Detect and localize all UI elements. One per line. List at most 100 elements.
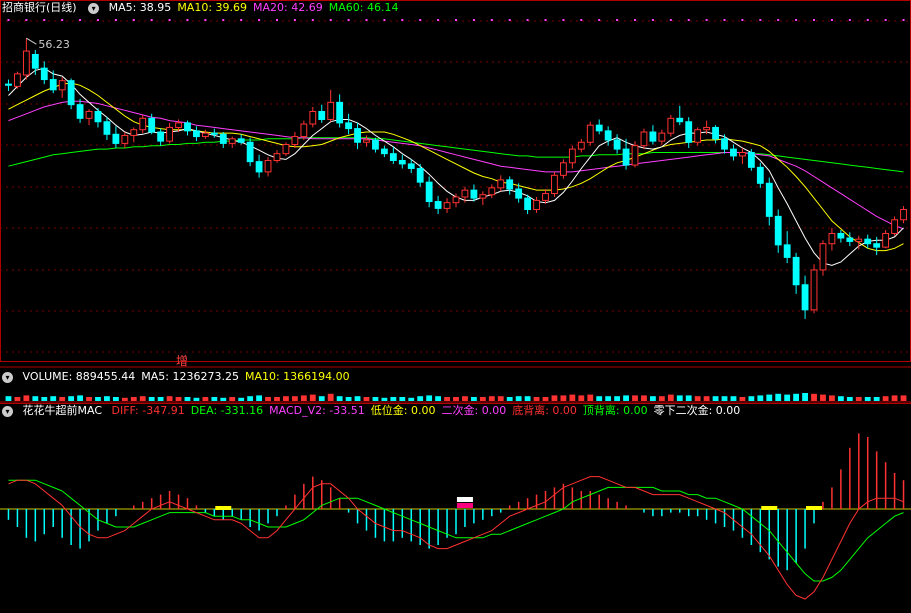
candle-body [85, 110, 93, 119]
top-marker-dot [401, 19, 404, 21]
top-marker-dot [741, 19, 744, 21]
price-frame [0, 0, 911, 362]
volume-bar [283, 396, 289, 401]
volume-bar [766, 394, 773, 401]
candle-body [864, 238, 872, 245]
volume-bar [166, 396, 173, 401]
volume-bar [470, 397, 477, 401]
candle-body [94, 110, 102, 123]
top-marker-dot [79, 19, 82, 21]
candle-body [747, 152, 755, 168]
macd-indicator-3: 低位金: 0.00 [370, 404, 436, 417]
candle-body [703, 126, 711, 131]
candle-body [193, 130, 200, 138]
candle-body [201, 132, 209, 138]
top-marker-dot [168, 19, 171, 21]
candle-body [730, 148, 737, 157]
candle-body [210, 132, 218, 135]
macd-indicator-5: 底背离: 0.00 [512, 404, 577, 417]
volume-settings-chevron-icon[interactable]: ▾ [2, 371, 13, 383]
top-marker-dot [186, 19, 189, 21]
candle-body [721, 138, 728, 150]
candle-body [5, 83, 12, 86]
volume-bar [784, 394, 791, 401]
candle-body [228, 138, 236, 144]
volume-bar [775, 393, 782, 401]
candle-body [801, 284, 809, 311]
volume-bar [614, 396, 621, 401]
volume-bar [139, 396, 146, 401]
volume-bar [721, 396, 728, 401]
top-marker-dot [508, 19, 511, 21]
candle-body [676, 117, 684, 123]
candle-body [103, 121, 111, 135]
volume-indicator-0: VOLUME: 889455.44 [22, 370, 136, 383]
volume-bar [846, 397, 853, 401]
volume-bar [112, 397, 119, 401]
candle-body [372, 139, 379, 150]
candle-body [685, 121, 693, 143]
candle-body [22, 50, 30, 76]
macd-settings-chevron-icon[interactable]: ▾ [2, 405, 13, 417]
candle-body [264, 160, 272, 173]
candle-body [300, 123, 308, 138]
ma5-line [8, 67, 904, 266]
volume-bar [121, 397, 128, 401]
candle-body [595, 124, 603, 132]
volume-bar [488, 396, 495, 401]
top-marker-dot [204, 19, 207, 21]
candle-body [855, 238, 863, 242]
top-marker-dot [795, 19, 798, 21]
volume-bar [811, 393, 817, 401]
volume-bar [104, 396, 110, 401]
volume-bar [5, 396, 12, 401]
candle-body [828, 232, 836, 245]
candle-body [837, 232, 845, 239]
signal-block [215, 506, 232, 510]
volume-bar [891, 395, 898, 401]
volume-bar [381, 397, 388, 401]
candle-body [900, 209, 907, 221]
candle-body [622, 148, 630, 166]
volume-bar [873, 397, 880, 401]
signal-block [456, 503, 473, 508]
top-marker-dot [383, 19, 386, 21]
candle-body [354, 128, 361, 143]
volume-bar [86, 397, 92, 401]
candle-body [336, 101, 344, 124]
volume-bar [50, 396, 57, 401]
volume-bar [130, 397, 137, 401]
candle-body [792, 256, 800, 286]
volume-bar [417, 396, 424, 401]
candle-body [416, 167, 424, 183]
high-pointer [26, 37, 37, 45]
candle-body [810, 269, 818, 311]
candle-body [166, 126, 173, 142]
top-marker-dot [96, 19, 99, 21]
top-marker-dot [813, 19, 816, 21]
candle-body [425, 181, 433, 203]
volume-bar [569, 394, 576, 401]
volume-bar [354, 396, 361, 401]
top-marker-dot [669, 19, 672, 21]
volume-bar [220, 397, 227, 401]
volume-bar [318, 396, 325, 401]
volume-bar [41, 397, 48, 401]
candle-body [640, 131, 648, 147]
candle-body [282, 144, 290, 155]
candle-body [461, 189, 469, 198]
volume-bar [265, 397, 271, 401]
candle-body [891, 219, 898, 234]
volume-bar [148, 397, 155, 401]
macd-indicator-4: 二次金: 0.00 [441, 404, 507, 417]
volume-bar [605, 396, 612, 401]
candle-body [470, 189, 478, 199]
volume-bar [623, 395, 629, 401]
volume-indicator-1: MA5: 1236273.25 [141, 370, 239, 383]
volume-bar [650, 396, 656, 401]
candle-body [175, 122, 182, 128]
candle-body [524, 197, 532, 211]
top-marker-dot [240, 19, 243, 21]
volume-bar [900, 395, 907, 401]
volume-bar [211, 397, 218, 401]
